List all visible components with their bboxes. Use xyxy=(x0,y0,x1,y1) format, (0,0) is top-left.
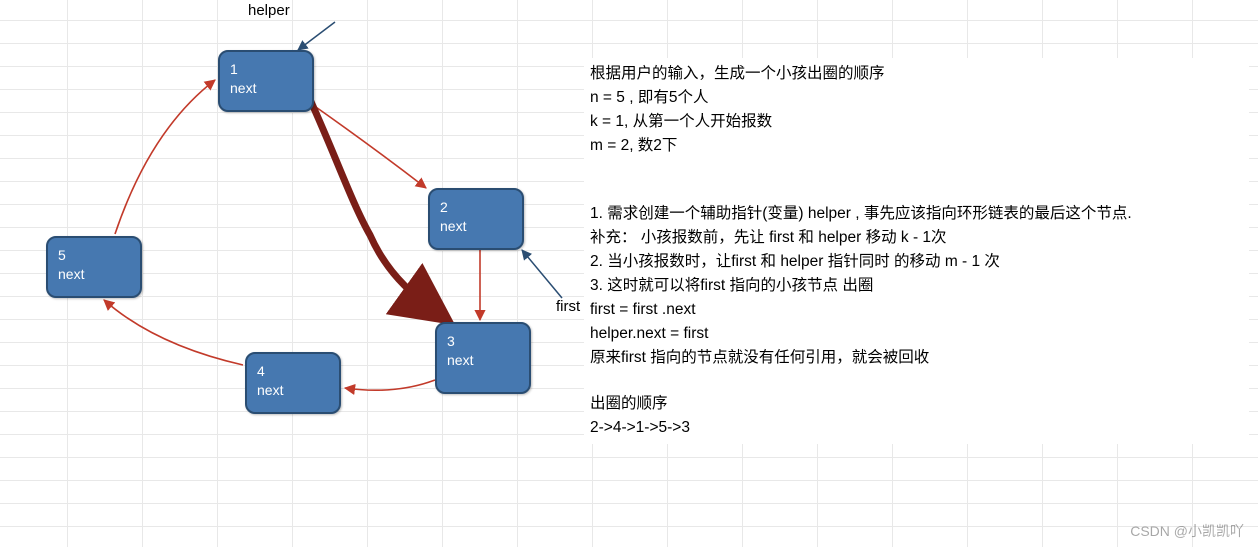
node-3-next: next xyxy=(447,351,519,370)
node-2-next: next xyxy=(440,217,512,236)
node-1-num: 1 xyxy=(230,60,302,79)
node-2-num: 2 xyxy=(440,198,512,217)
text-p6: helper.next = first xyxy=(590,322,1243,346)
helper-label: helper xyxy=(248,2,290,19)
node-5-num: 5 xyxy=(58,246,130,265)
text-l1: 根据用户的输入，生成一个小孩出圈的顺序 xyxy=(590,62,1243,86)
node-3: 3 next xyxy=(435,322,531,394)
text-p5: first = first .next xyxy=(590,298,1243,322)
text-seq-t: 出圈的顺序 xyxy=(590,392,1243,416)
node-4-num: 4 xyxy=(257,362,329,381)
text-p4: 3. 这时就可以将first 指向的小孩节点 出圈 xyxy=(590,274,1243,298)
text-l3: k = 1, 从第一个人开始报数 xyxy=(590,110,1243,134)
node-5: 5 next xyxy=(46,236,142,298)
node-4: 4 next xyxy=(245,352,341,414)
node-4-next: next xyxy=(257,381,329,400)
node-5-next: next xyxy=(58,265,130,284)
node-3-num: 3 xyxy=(447,332,519,351)
text-p1: 1. 需求创建一个辅助指针(变量) helper , 事先应该指向环形链表的最后… xyxy=(590,202,1243,226)
text-p3: 2. 当小孩报数时，让first 和 helper 指针同时 的移动 m - 1… xyxy=(590,250,1243,274)
text-l2: n = 5 , 即有5个人 xyxy=(590,86,1243,110)
text-p7: 原来first 指向的节点就没有任何引用，就会被回收 xyxy=(590,346,1243,370)
node-2: 2 next xyxy=(428,188,524,250)
node-1: 1 next xyxy=(218,50,314,112)
node-1-next: next xyxy=(230,79,302,98)
text-l4: m = 2, 数2下 xyxy=(590,134,1243,158)
first-label: first xyxy=(556,298,580,315)
watermark: CSDN @小凯凯吖 xyxy=(1130,521,1244,541)
explanation-block: 根据用户的输入，生成一个小孩出圈的顺序 n = 5 , 即有5个人 k = 1,… xyxy=(584,58,1249,444)
text-p2: 补充： 小孩报数前，先让 first 和 helper 移动 k - 1次 xyxy=(590,226,1243,250)
text-seq-v: 2->4->1->5->3 xyxy=(590,416,1243,440)
